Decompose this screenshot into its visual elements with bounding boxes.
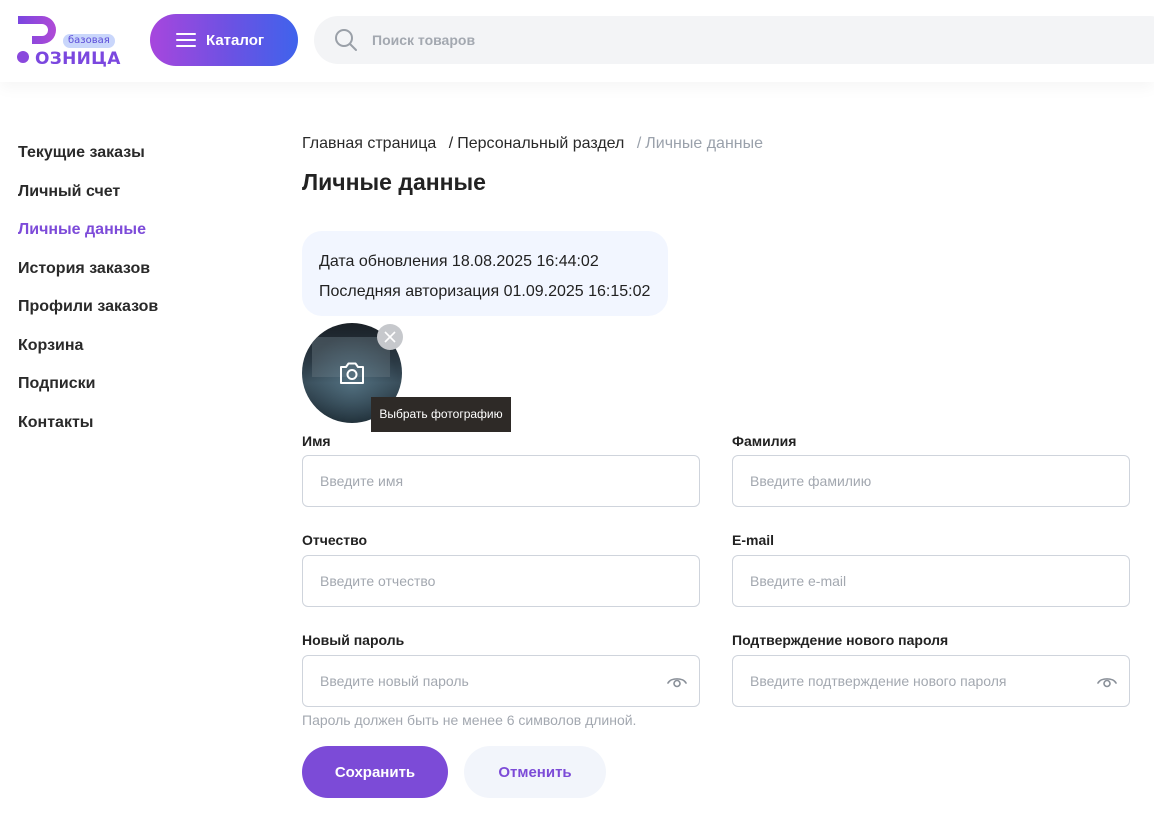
password-hint: Пароль должен быть не менее 6 символов д…	[302, 712, 637, 728]
first-name-input[interactable]	[303, 473, 633, 489]
sidebar-item-order-history[interactable]: История заказов	[18, 258, 158, 297]
new-password-label: Новый пароль	[302, 632, 405, 648]
breadcrumb-home[interactable]: Главная страница	[302, 135, 436, 152]
header: базовая ОЗНИЦА Каталог	[0, 0, 1154, 82]
eye-icon[interactable]	[667, 675, 687, 689]
sidebar-item-personal-account[interactable]: Личный счет	[18, 181, 158, 220]
eye-icon[interactable]	[1097, 675, 1117, 689]
sidebar-item-order-profiles[interactable]: Профили заказов	[18, 296, 158, 335]
middle-name-input[interactable]	[303, 573, 633, 589]
logo-text: ОЗНИЦА	[35, 49, 121, 69]
search-input[interactable]	[372, 32, 972, 48]
email-label: E-mail	[732, 532, 775, 548]
sidebar-item-cart[interactable]: Корзина	[18, 335, 158, 374]
middle-name-label: Отчество	[302, 532, 368, 548]
logo-badge: базовая	[63, 34, 115, 48]
close-icon	[384, 331, 396, 343]
update-date: Дата обновления 18.08.2025 16:44:02	[319, 253, 599, 270]
search-icon[interactable]	[334, 28, 358, 52]
last-name-input[interactable]	[733, 473, 1063, 489]
avatar-remove-button[interactable]	[377, 324, 403, 350]
last-name-field	[732, 455, 1130, 507]
breadcrumb-separator: /	[636, 135, 642, 152]
confirm-password-input[interactable]	[733, 673, 1078, 689]
last-name-label: Фамилия	[732, 433, 797, 449]
last-login: Последняя авторизация 01.09.2025 16:15:0…	[319, 283, 651, 300]
email-field	[732, 555, 1130, 607]
first-name-label: Имя	[302, 433, 331, 449]
menu-icon	[176, 33, 196, 47]
search-bar	[314, 16, 1154, 64]
confirm-password-label: Подтверждение нового пароля	[732, 632, 949, 648]
new-password-field	[302, 655, 700, 707]
breadcrumb-separator: /	[448, 135, 454, 152]
first-name-field	[302, 455, 700, 507]
email-input[interactable]	[733, 573, 1063, 589]
save-button[interactable]: Сохранить	[302, 746, 448, 798]
breadcrumb-section[interactable]: Персональный раздел	[457, 135, 624, 152]
page-title: Личные данные	[302, 169, 486, 195]
catalog-button[interactable]: Каталог	[150, 14, 298, 66]
middle-name-field	[302, 555, 700, 607]
sidebar: Текущие заказы Личный счет Личные данные…	[18, 142, 158, 450]
sidebar-item-subscriptions[interactable]: Подписки	[18, 373, 158, 412]
choose-photo-tooltip: Выбрать фотографию	[371, 397, 511, 432]
confirm-password-field	[732, 655, 1130, 707]
info-card: Дата обновления 18.08.2025 16:44:02 Посл…	[302, 231, 668, 316]
sidebar-item-current-orders[interactable]: Текущие заказы	[18, 142, 158, 181]
camera-icon[interactable]	[338, 360, 366, 386]
logo[interactable]: базовая ОЗНИЦА	[16, 14, 120, 69]
cancel-button[interactable]: Отменить	[464, 746, 606, 798]
breadcrumb: Главная страница / Персональный раздел / Л…	[302, 135, 763, 153]
new-password-input[interactable]	[303, 673, 633, 689]
catalog-button-label: Каталог	[206, 31, 265, 49]
sidebar-item-contacts[interactable]: Контакты	[18, 412, 158, 451]
sidebar-item-personal-data[interactable]: Личные данные	[18, 219, 158, 258]
breadcrumb-current: Личные данные	[645, 135, 764, 152]
